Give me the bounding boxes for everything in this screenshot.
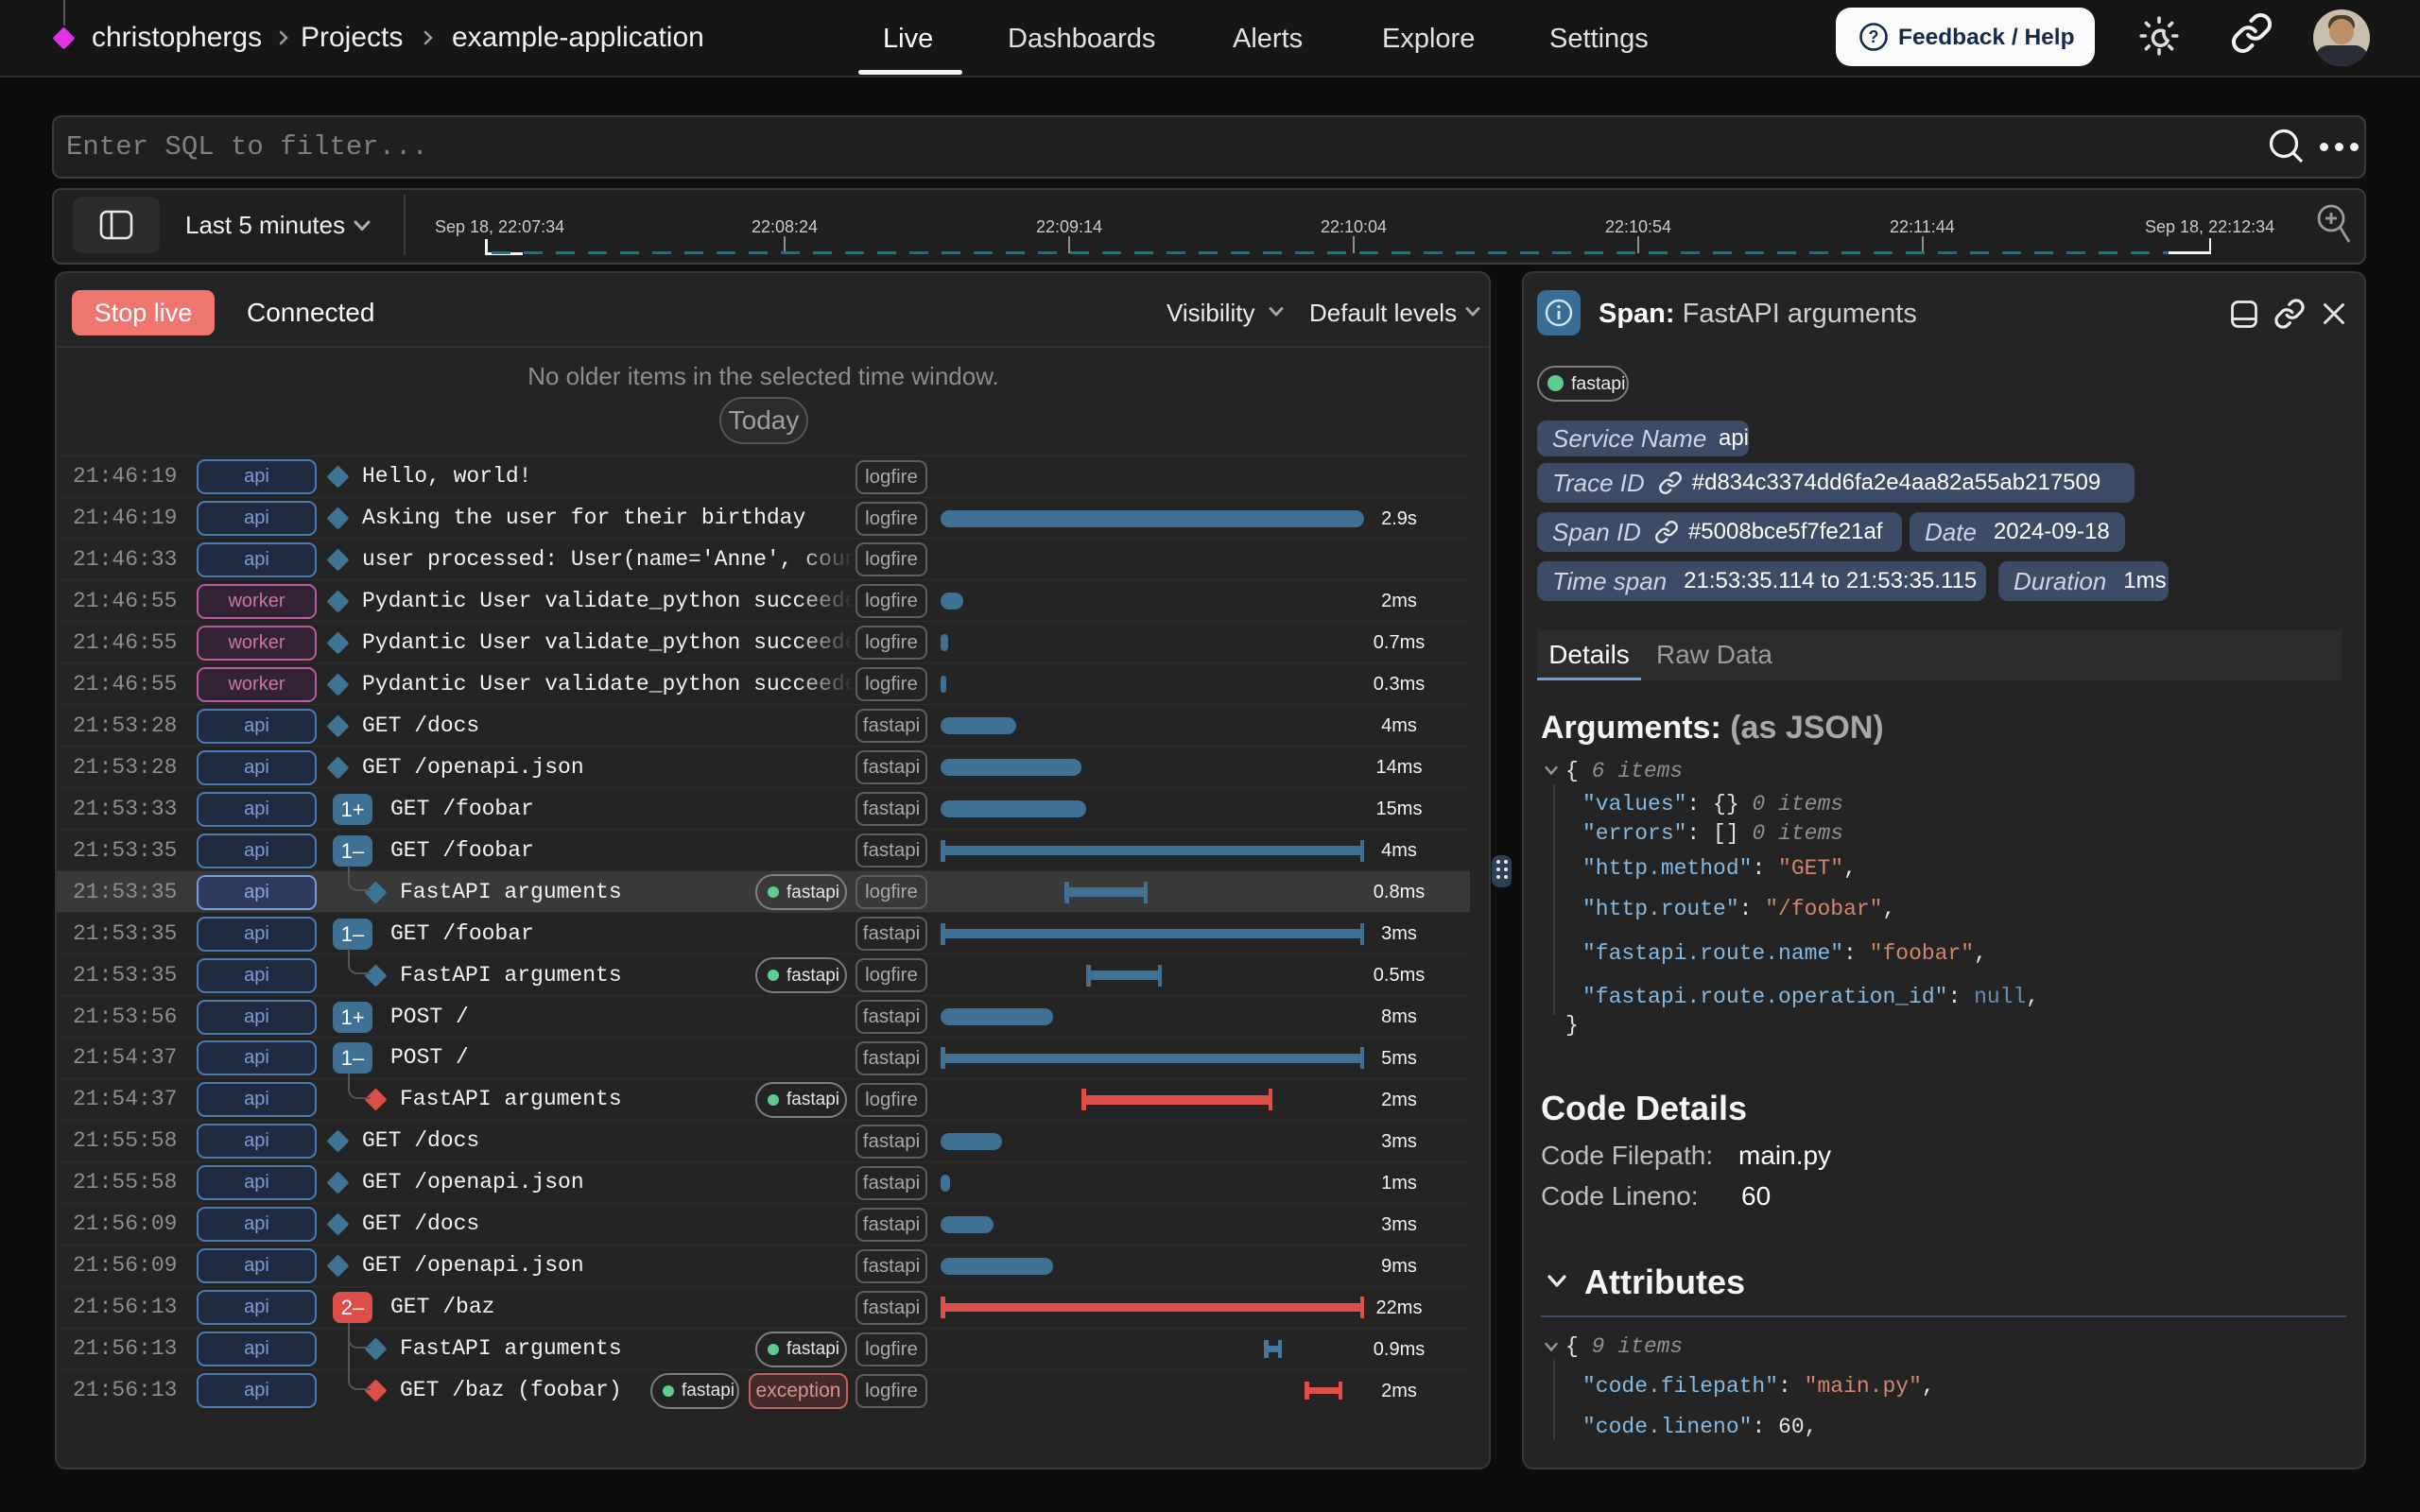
svg-text:?: ? <box>1869 27 1879 46</box>
